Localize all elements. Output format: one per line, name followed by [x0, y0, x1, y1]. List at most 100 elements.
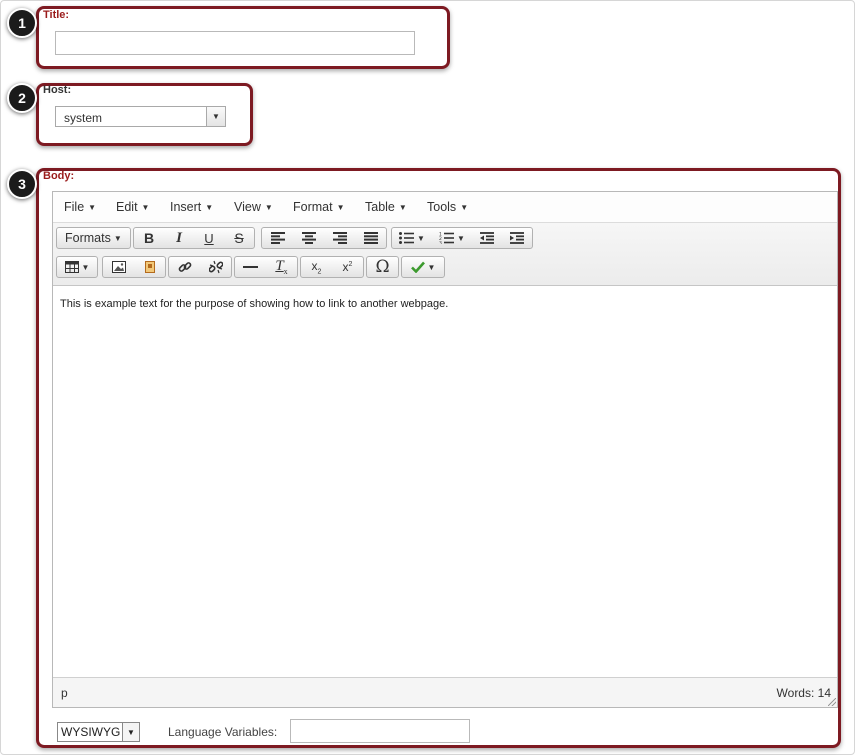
outdent-button[interactable]	[472, 228, 502, 248]
unlink-button[interactable]	[200, 257, 231, 277]
unlink-icon	[208, 260, 223, 274]
menu-format-label: Format	[293, 200, 333, 214]
clear-format-button[interactable]: Tx	[266, 257, 297, 277]
clear-format-icon: Tx	[275, 258, 288, 276]
editor-paragraph[interactable]: This is example text for the purpose of …	[60, 298, 448, 310]
italic-icon: I	[176, 229, 182, 246]
editor-mode-select[interactable]: WYSIWYG ▼	[57, 722, 140, 742]
align-left-button[interactable]	[262, 228, 293, 248]
editor-statusbar: p Words: 14	[53, 677, 837, 707]
link-button[interactable]	[169, 257, 200, 277]
script-group: x2 x2	[300, 256, 364, 278]
step-badge-1: 1	[7, 8, 37, 38]
caret-down-icon: ▼	[427, 262, 436, 272]
body-label: Body:	[43, 170, 75, 182]
bullet-list-icon	[399, 232, 415, 244]
caret-down-icon: ▼	[264, 203, 273, 212]
caret-down-icon: ▼	[141, 203, 150, 212]
formats-dropdown[interactable]: Formats ▼	[57, 228, 130, 248]
justify-icon	[363, 232, 378, 244]
special-character-button[interactable]: Ω	[367, 257, 398, 277]
menu-file-label: File	[64, 200, 85, 214]
numbered-list-button[interactable]: 123 ▼	[432, 228, 472, 248]
title-input[interactable]	[55, 31, 415, 55]
host-label: Host:	[43, 84, 72, 96]
caret-down-icon: ▼	[417, 233, 425, 243]
menu-format[interactable]: Format ▼	[293, 200, 345, 214]
bold-icon: B	[143, 230, 155, 246]
svg-text:3: 3	[439, 240, 442, 244]
strikethrough-icon: S	[234, 230, 244, 246]
title-label: Title:	[43, 9, 70, 21]
menu-insert[interactable]: Insert ▼	[170, 200, 213, 214]
text-style-group: B I U S	[133, 227, 255, 249]
indent-icon	[510, 232, 524, 244]
table-button[interactable]: ▼	[57, 257, 97, 277]
spellcheck-button[interactable]: ▼	[402, 257, 444, 277]
element-path[interactable]: p	[61, 686, 68, 700]
alignment-group	[261, 227, 387, 249]
editor-toolbar: Formats ▼ B I U S ▼ 1 2 3 ▼ ▼ Tx x2 x2 Ω…	[53, 223, 837, 286]
resize-handle-icon[interactable]	[828, 698, 836, 706]
horizontal-rule-button[interactable]	[235, 257, 266, 277]
indent-button[interactable]	[502, 228, 532, 248]
image-button[interactable]	[103, 257, 134, 277]
menu-tools[interactable]: Tools ▼	[427, 200, 468, 214]
caret-down-icon: ▼	[88, 203, 97, 212]
horizontal-rule-icon	[243, 266, 258, 268]
underline-button[interactable]: U	[194, 228, 224, 248]
host-select[interactable]: system ▼	[55, 106, 226, 127]
word-count: Words: 14	[776, 686, 831, 700]
menu-tools-label: Tools	[427, 200, 457, 214]
editor-menubar: File ▼ Edit ▼ Insert ▼ View ▼ Format ▼ Table ▼…	[53, 192, 837, 223]
superscript-button[interactable]: x2	[332, 257, 363, 277]
editor-mode-value: WYSIWYG	[61, 725, 121, 739]
language-variables-input[interactable]	[290, 719, 470, 743]
step-badge-3: 3	[7, 169, 37, 199]
italic-button[interactable]: I	[164, 228, 194, 248]
menu-table[interactable]: Table ▼	[365, 200, 407, 214]
strikethrough-button[interactable]: S	[224, 228, 254, 248]
caret-down-icon: ▼	[205, 203, 214, 212]
underline-icon: U	[204, 230, 214, 246]
align-right-button[interactable]	[324, 228, 355, 248]
caret-down-icon: ▼	[398, 203, 407, 212]
link-icon	[178, 262, 191, 272]
menu-edit[interactable]: Edit ▼	[116, 200, 149, 214]
chevron-down-icon: ▼	[206, 107, 225, 126]
table-group: ▼	[56, 256, 98, 278]
rich-text-editor: File ▼ Edit ▼ Insert ▼ View ▼ Format ▼ Table ▼…	[52, 191, 838, 708]
menu-insert-label: Insert	[170, 200, 202, 214]
media-icon	[144, 261, 155, 273]
media-button[interactable]	[134, 257, 165, 277]
menu-edit-label: Edit	[116, 200, 138, 214]
bullet-list-button[interactable]: ▼	[392, 228, 432, 248]
step-badge-2: 2	[7, 83, 37, 113]
insert-group: Tx	[234, 256, 298, 278]
language-variables-label: Language Variables:	[168, 725, 278, 739]
align-center-button[interactable]	[293, 228, 324, 248]
caret-down-icon: ▼	[336, 203, 345, 212]
menu-view[interactable]: View ▼	[234, 200, 273, 214]
justify-button[interactable]	[355, 228, 386, 248]
caret-down-icon: ▼	[81, 262, 90, 272]
outdent-icon	[480, 232, 494, 244]
spellcheck-group: ▼	[401, 256, 445, 278]
image-icon	[111, 261, 126, 273]
subscript-icon: x2	[311, 258, 322, 276]
align-right-icon	[332, 232, 347, 244]
menu-file[interactable]: File ▼	[64, 200, 96, 214]
formats-group: Formats ▼	[56, 227, 131, 249]
subscript-button[interactable]: x2	[301, 257, 332, 277]
numbered-list-icon: 123	[439, 232, 455, 244]
editor-content-area[interactable]: This is example text for the purpose of …	[53, 286, 837, 678]
media-group	[102, 256, 166, 278]
menu-view-label: View	[234, 200, 261, 214]
table-icon	[64, 261, 79, 273]
align-center-icon	[301, 232, 316, 244]
host-select-value: system	[64, 111, 103, 125]
caret-down-icon: ▼	[460, 203, 469, 212]
spellcheck-icon	[410, 261, 425, 273]
link-group	[168, 256, 232, 278]
bold-button[interactable]: B	[134, 228, 164, 248]
